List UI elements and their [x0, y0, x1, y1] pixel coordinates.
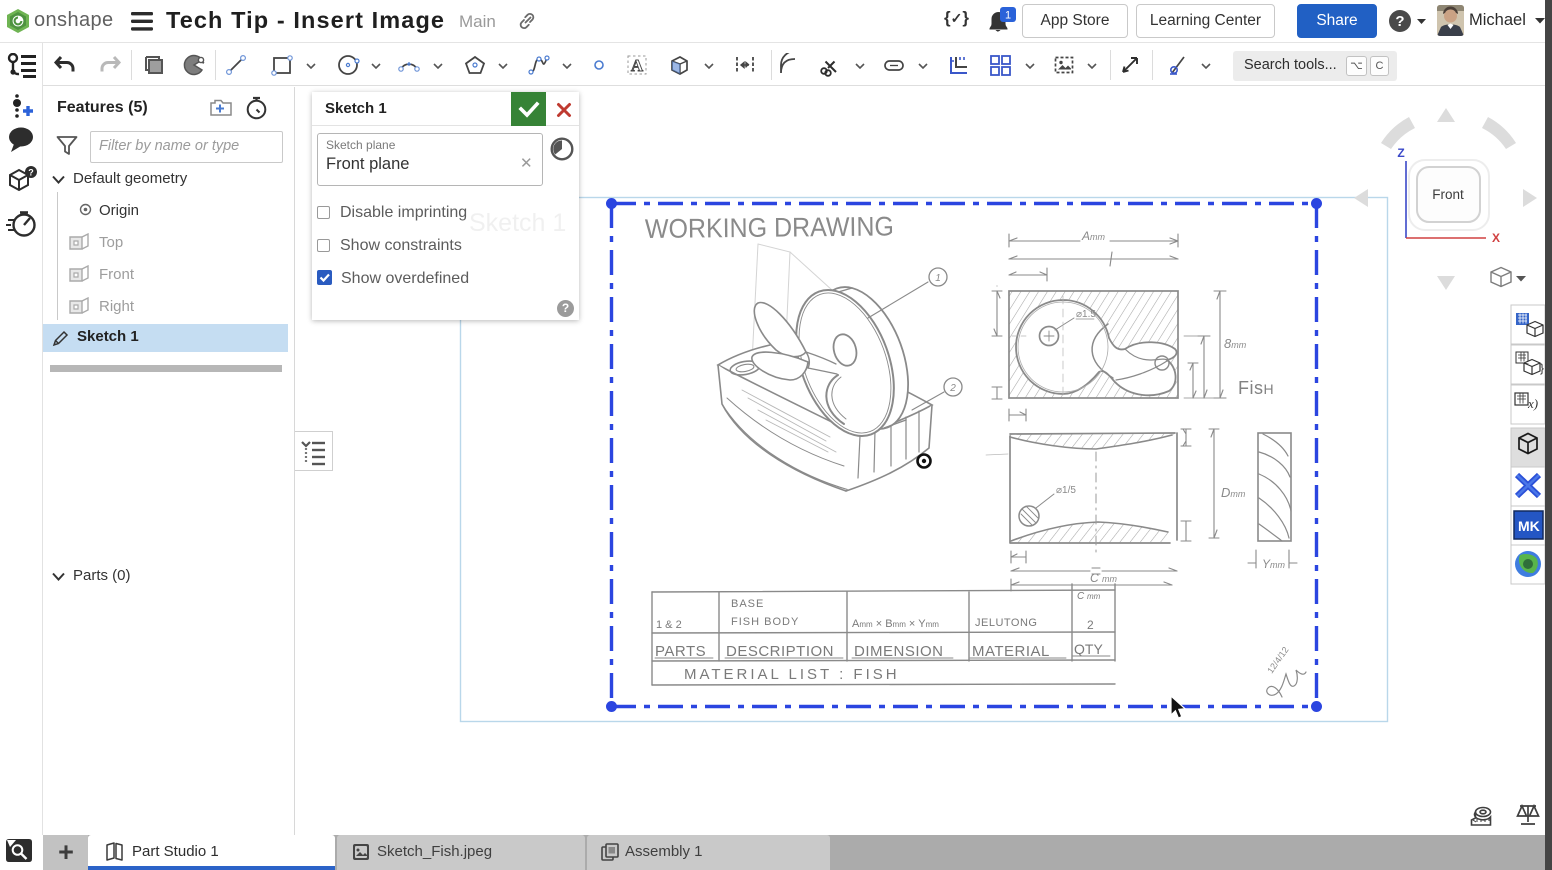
- svg-text:Z: Z: [1397, 146, 1404, 160]
- svg-text:DESCRIPTION: DESCRIPTION: [726, 643, 834, 660]
- svg-text:Amm × Bmm × Ymm: Amm × Bmm × Ymm: [852, 618, 939, 630]
- svg-text:C mm: C mm: [1090, 571, 1117, 585]
- svg-text:⌀1.5: ⌀1.5: [1076, 309, 1096, 320]
- svg-text:}: }: [1540, 361, 1544, 375]
- svg-text:X: X: [1492, 231, 1500, 245]
- svg-text:x): x): [1527, 396, 1538, 411]
- svg-text:2: 2: [1087, 618, 1094, 632]
- svg-text:?: ?: [1395, 13, 1404, 30]
- svg-text:⌀1/5: ⌀1/5: [1056, 485, 1076, 496]
- svg-text:A: A: [631, 56, 644, 75]
- svg-text:WORKING DRAWING: WORKING DRAWING: [645, 211, 894, 244]
- svg-text:Ymm: Ymm: [1262, 557, 1286, 571]
- svg-text:FisH: FisH: [1238, 378, 1274, 398]
- svg-text:2: 2: [949, 383, 956, 394]
- svg-text:1: 1: [1005, 10, 1011, 22]
- svg-text:Amm: Amm: [1081, 229, 1106, 243]
- svg-text:?: ?: [28, 168, 34, 178]
- svg-text:DIMENSION: DIMENSION: [854, 643, 944, 660]
- svg-text:Front: Front: [1432, 187, 1464, 202]
- svg-text:BASE: BASE: [731, 598, 764, 610]
- svg-text:FISH BODY: FISH BODY: [731, 616, 799, 628]
- svg-text:1 & 2: 1 & 2: [656, 619, 682, 631]
- svg-text:PARTS: PARTS: [655, 643, 706, 660]
- svg-text:MK: MK: [1518, 518, 1540, 534]
- svg-text:MATERIAL: MATERIAL: [972, 643, 1050, 660]
- svg-text:1: 1: [935, 273, 941, 284]
- svg-text:QTY: QTY: [1074, 641, 1103, 657]
- svg-text:C mm: C mm: [1077, 591, 1101, 602]
- svg-text:JELUTONG: JELUTONG: [975, 617, 1037, 629]
- svg-text:MATERIAL LIST : FISH: MATERIAL LIST : FISH: [684, 666, 900, 683]
